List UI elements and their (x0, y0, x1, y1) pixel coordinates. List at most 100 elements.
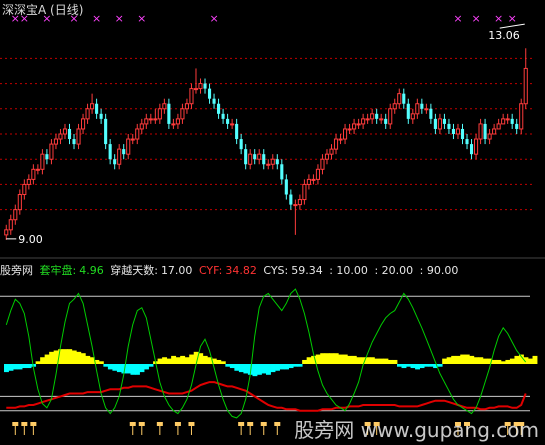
histogram-bar (500, 361, 506, 364)
candle-body (420, 103, 424, 109)
histogram-bar (306, 357, 312, 364)
signal-icon (188, 422, 195, 426)
histogram-bar (180, 355, 186, 364)
candle-body (311, 178, 316, 181)
candle-body (505, 118, 510, 121)
histogram-bar (166, 358, 172, 364)
candle-body (171, 123, 176, 126)
histogram-bar (22, 364, 27, 369)
histogram-bar (234, 364, 240, 371)
candle-body (53, 138, 59, 145)
candle-body (379, 118, 384, 121)
chart-window: { "header": { "title": "深深宝A (日线)" }, "i… (0, 0, 545, 445)
histogram-bar (4, 364, 9, 373)
histogram-bar (410, 364, 416, 369)
histogram-bar (71, 350, 77, 364)
candle-body (262, 154, 266, 165)
histogram-bar (464, 354, 470, 364)
top-marker: × (508, 12, 517, 25)
candle-body (392, 103, 397, 110)
field-cyf-value: 34.82 (225, 264, 257, 277)
low-label: 9.00 (18, 233, 43, 246)
histogram-bar (288, 364, 294, 369)
candle-body (473, 138, 479, 155)
candle-body (324, 153, 330, 160)
histogram-bar (112, 364, 118, 371)
histogram-bar (98, 361, 104, 364)
candle-body (175, 118, 180, 125)
candle-body (4, 229, 9, 236)
histogram-bar (383, 358, 389, 364)
signal-icon (174, 422, 181, 426)
histogram-bar (356, 357, 362, 364)
candle-body (135, 128, 140, 140)
signal-icon (238, 422, 245, 426)
candle-body (306, 178, 311, 185)
histogram-bar (144, 364, 149, 370)
histogram-bar (397, 364, 402, 367)
candle-body (437, 118, 442, 130)
candle-body (384, 118, 388, 124)
candle-body (207, 88, 212, 99)
histogram-bar (419, 364, 425, 369)
histogram-bar (293, 364, 299, 367)
histogram-bar (446, 357, 452, 364)
candle-body (455, 128, 461, 135)
candle-body (35, 168, 40, 171)
candle-body (487, 133, 492, 140)
signal-icon (12, 422, 19, 426)
histogram-bar (478, 357, 484, 364)
candle-body (253, 154, 257, 160)
histogram-bar (428, 364, 434, 367)
histogram-bar (256, 364, 262, 375)
candle-body (62, 128, 68, 135)
histogram-bar (437, 364, 443, 367)
histogram-bar (442, 358, 448, 364)
candle-body (496, 123, 501, 130)
histogram-bar (378, 358, 384, 364)
histogram-bar (401, 364, 407, 369)
signal-icon (260, 422, 267, 426)
histogram-bar (67, 349, 73, 364)
histogram-bar (532, 355, 538, 364)
candle-body (424, 108, 429, 111)
candle-body (433, 118, 437, 129)
histogram-bar (103, 364, 109, 367)
histogram-bar (392, 359, 398, 364)
candle-body (17, 194, 22, 211)
histogram-bar (424, 364, 430, 367)
top-marker: × (453, 12, 462, 25)
candle-body (460, 128, 465, 140)
candle-body (248, 153, 253, 165)
histogram-bar (369, 357, 375, 364)
histogram-bar (216, 359, 222, 364)
histogram-bar (297, 364, 303, 367)
histogram-bar (184, 357, 190, 364)
histogram-bar (135, 364, 140, 375)
top-marker: × (92, 12, 101, 25)
candle-body (289, 194, 293, 205)
indicator-bar: 股旁网 套牢盘: 4.96 穿越天数: 17.00 CYF: 34.82 CYS: 59… (0, 262, 461, 278)
histogram-bar (324, 353, 330, 364)
field-cys-value: 59.34 (291, 264, 323, 277)
histogram-bar (26, 364, 32, 369)
candle-body (302, 183, 307, 201)
histogram-bar (342, 354, 348, 364)
candle-body (180, 108, 185, 120)
indicator-name: 股旁网 (0, 264, 33, 277)
candle-body (451, 128, 456, 134)
histogram-bar (387, 359, 393, 364)
histogram-bar (116, 364, 122, 373)
candle-body (415, 103, 420, 115)
signal-icon (156, 422, 163, 426)
candle-body (189, 88, 194, 105)
candle-body (230, 123, 235, 126)
candle-body (270, 158, 275, 165)
candle-body (203, 83, 207, 89)
field-cost-label: 套牢盘: (39, 264, 77, 277)
candle-body (162, 103, 167, 110)
top-marker: × (471, 12, 480, 25)
candle-body (429, 108, 433, 119)
candle-body (126, 138, 131, 155)
histogram-bar (76, 351, 82, 364)
